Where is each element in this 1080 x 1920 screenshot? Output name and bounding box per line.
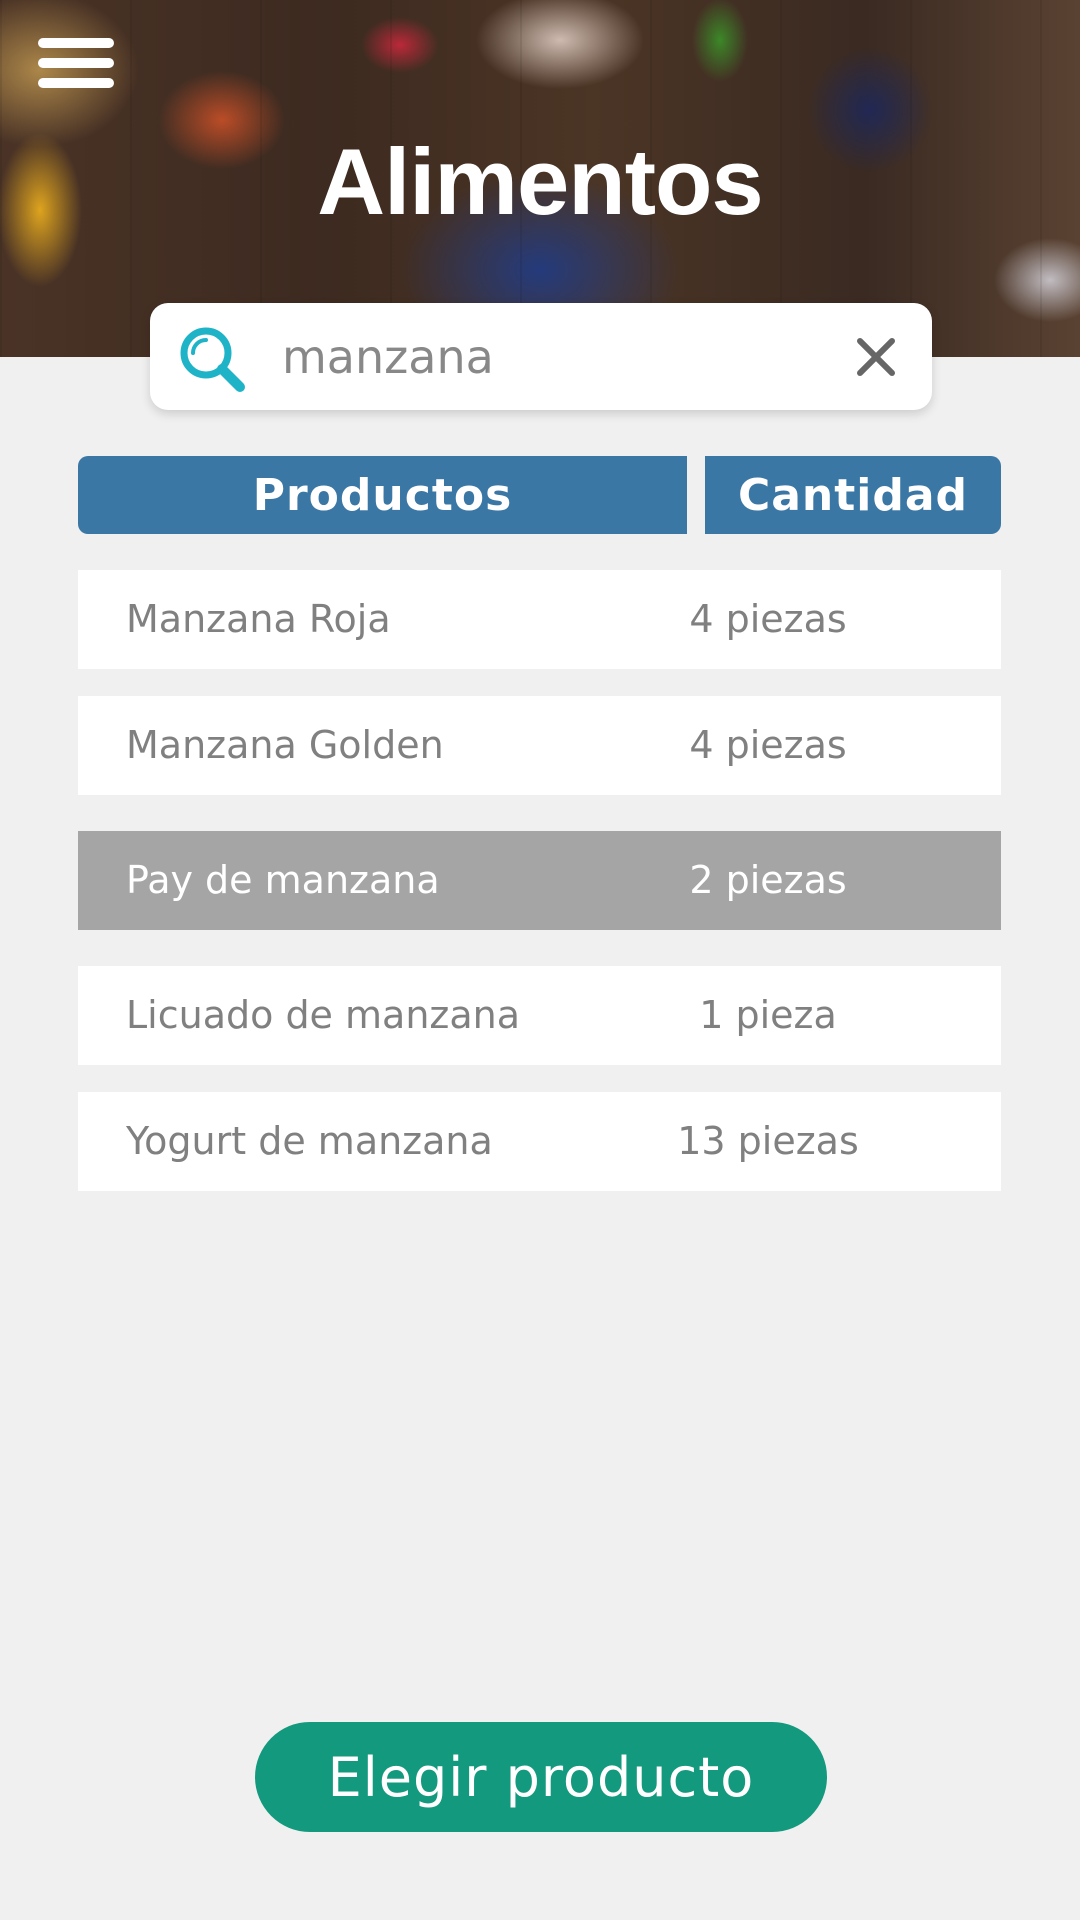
product-quantity: 1 pieza — [699, 993, 837, 1037]
product-quantity: 4 piezas — [689, 597, 847, 641]
table-row[interactable]: Licuado de manzana 1 pieza — [78, 966, 1001, 1065]
menu-bar — [38, 78, 114, 88]
search-icon — [180, 327, 245, 392]
table-row[interactable]: Manzana Roja 4 piezas — [78, 570, 1001, 669]
column-header-products: Productos — [78, 456, 687, 534]
table-row-selected[interactable]: Pay de manzana 2 piezas — [78, 831, 1001, 930]
menu-bar — [38, 38, 114, 48]
search-input[interactable] — [280, 321, 784, 393]
table-row[interactable]: Yogurt de manzana 13 piezas — [78, 1092, 1001, 1191]
close-icon[interactable] — [856, 337, 896, 377]
product-quantity: 4 piezas — [689, 723, 847, 767]
choose-product-button[interactable]: Elegir producto — [255, 1722, 827, 1832]
column-header-quantity: Cantidad — [705, 456, 1001, 534]
product-quantity: 13 piezas — [677, 1119, 859, 1163]
table-row[interactable]: Manzana Golden 4 piezas — [78, 696, 1001, 795]
search-bar[interactable] — [150, 303, 932, 410]
product-quantity: 2 piezas — [689, 858, 847, 902]
hamburger-menu-icon[interactable] — [38, 38, 114, 88]
menu-bar — [38, 58, 114, 68]
page-title: Alimentos — [317, 129, 763, 234]
